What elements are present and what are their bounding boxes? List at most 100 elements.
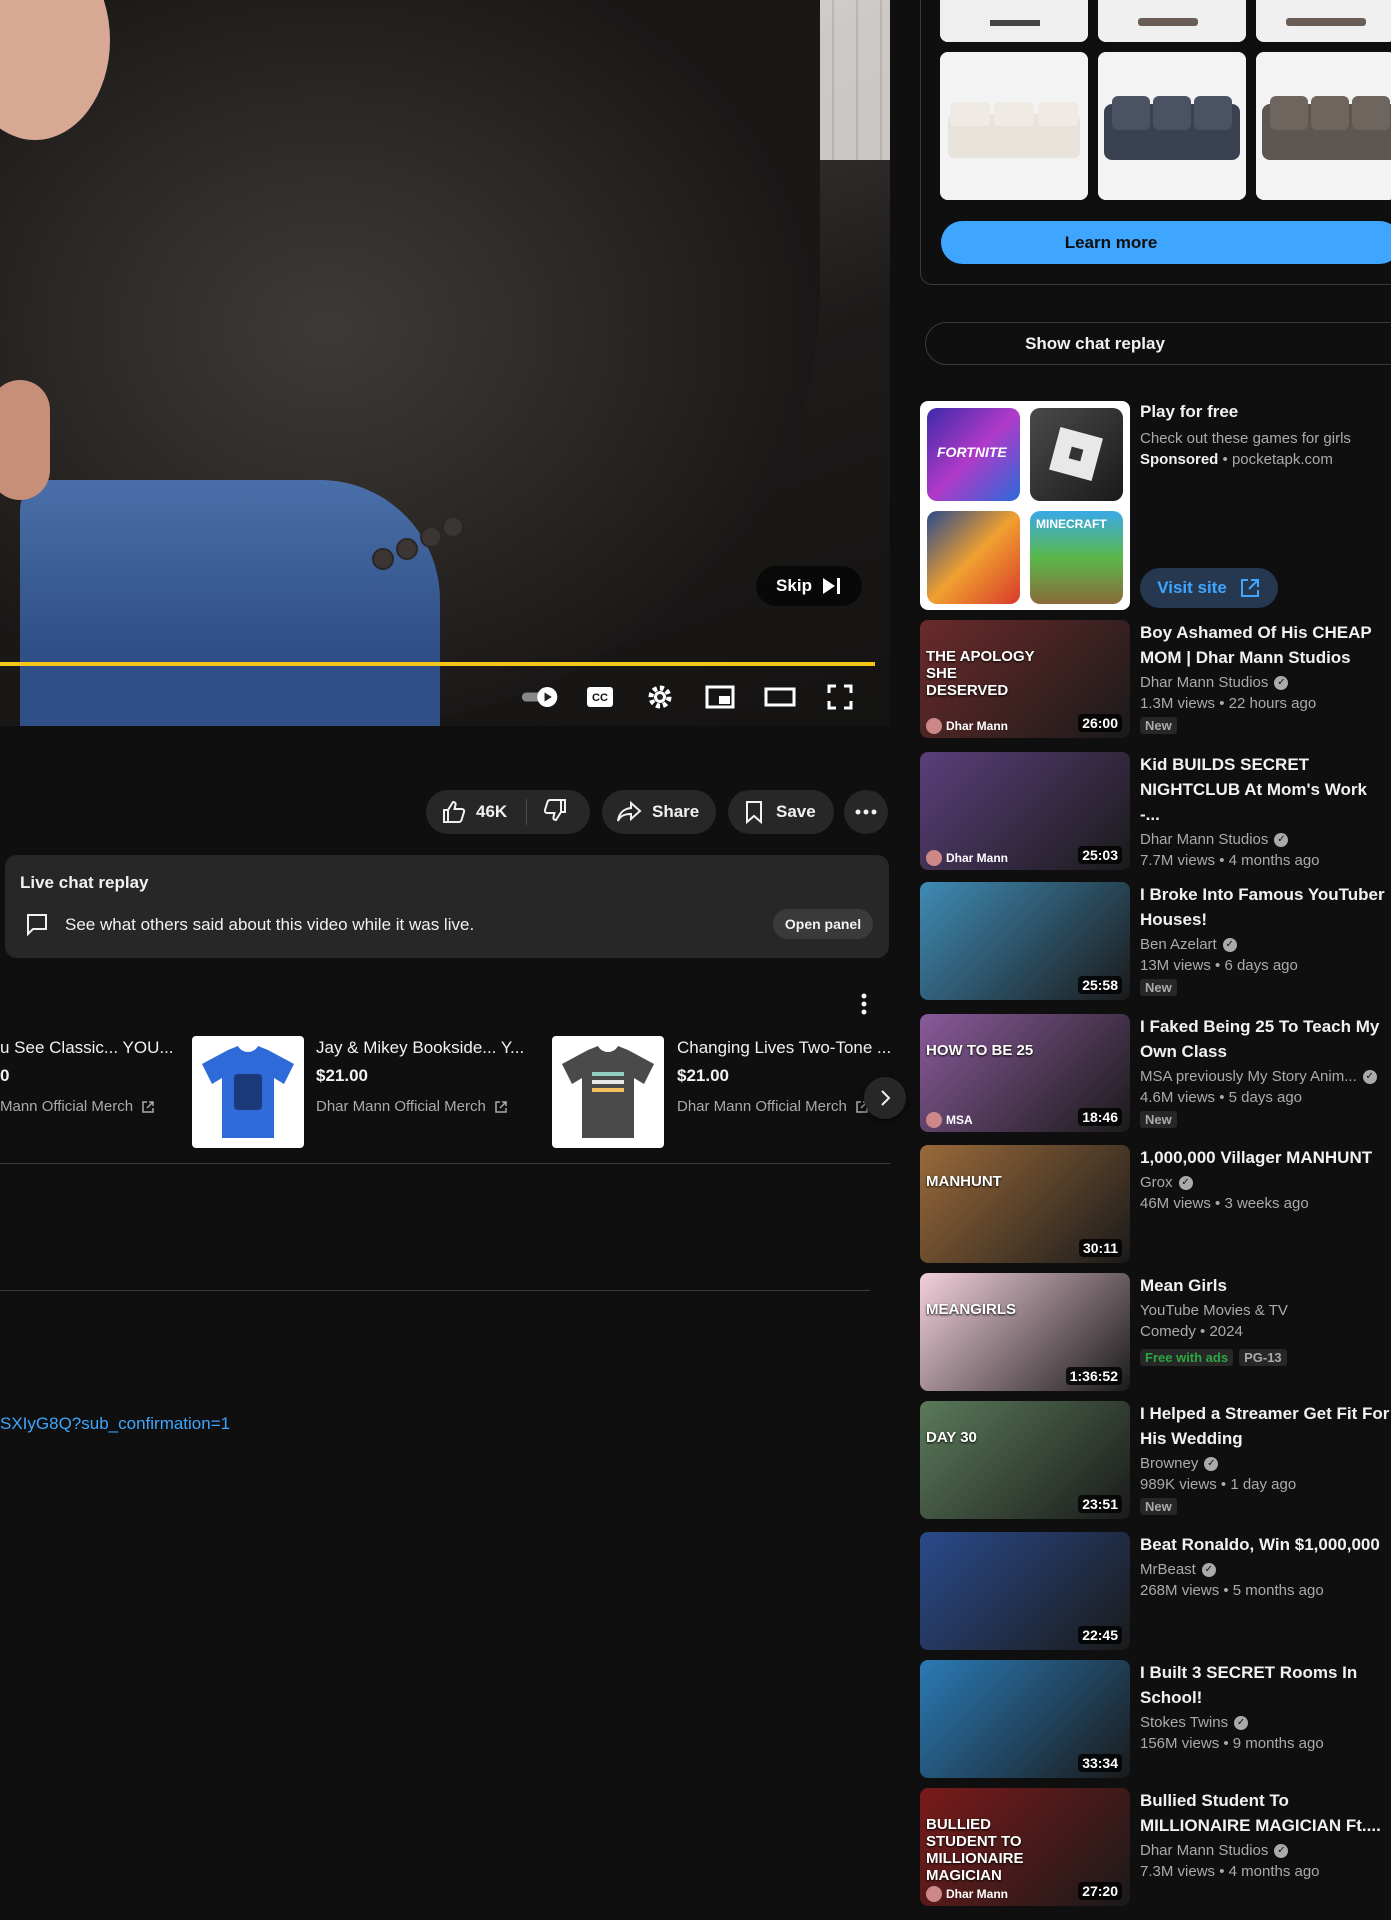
video-player[interactable] <box>0 0 890 726</box>
video-title[interactable]: Bullied Student To MILLIONAIRE MAGICIAN … <box>1140 1788 1390 1838</box>
video-recommendation[interactable]: 33:34 I Built 3 SECRET Rooms In School! … <box>920 1660 1390 1780</box>
video-meta: Comedy • 2024 <box>1140 1323 1390 1340</box>
skip-label: Skip <box>776 576 812 595</box>
live-chat-description: See what others said about this video wh… <box>65 915 475 934</box>
product-image[interactable] <box>1256 52 1391 200</box>
verified-check-icon: ✓ <box>1201 1562 1216 1577</box>
learn-more-button[interactable]: Learn more <box>941 221 1391 264</box>
channel-name[interactable]: Dhar Mann Studios <box>1140 674 1268 691</box>
save-button[interactable]: Save <box>728 790 834 834</box>
video-thumbnail[interactable]: HOW TO BE 25 MSA 18:46 <box>920 1014 1130 1132</box>
channel-line: MSA previously My Story Anim... ✓ <box>1140 1068 1390 1085</box>
svg-text:CC: CC <box>592 692 608 704</box>
video-meta: 1.3M views • 22 hours ago <box>1140 695 1390 712</box>
video-recommendation[interactable]: MEANGIRLS 1:36:52 Mean Girls YouTube Mov… <box>920 1273 1390 1393</box>
video-recommendation[interactable]: MANHUNT 30:11 1,000,000 Villager MANHUNT… <box>920 1145 1390 1265</box>
product-image[interactable] <box>1256 0 1391 42</box>
video-recommendation[interactable]: HOW TO BE 25 MSA 18:46 I Faked Being 25 T… <box>920 1014 1390 1134</box>
merch-thumbnail[interactable] <box>192 1036 304 1148</box>
person-hand <box>0 380 50 500</box>
product-image[interactable] <box>940 52 1088 200</box>
subscribe-link[interactable]: SXIyG8Q?sub_confirmation=1 <box>0 1414 230 1434</box>
video-title[interactable]: 1,000,000 Villager MANHUNT <box>1140 1145 1390 1170</box>
video-thumbnail[interactable]: 22:45 <box>920 1532 1130 1650</box>
sponsored-thumbnail[interactable]: FORTNITE MINECRAFT <box>920 401 1130 610</box>
chevron-right-icon <box>881 1090 891 1106</box>
video-meta: 13M views • 6 days ago <box>1140 957 1390 974</box>
product-image[interactable] <box>940 0 1088 42</box>
open-panel-button[interactable]: Open panel <box>773 909 873 939</box>
video-recommendation[interactable]: 22:45 Beat Ronaldo, Win $1,000,000 MrBea… <box>920 1532 1390 1652</box>
dislike-button[interactable] <box>527 798 567 827</box>
thumb-overlay-text: DAY 30 <box>926 1429 977 1446</box>
miniplayer-icon <box>705 685 735 709</box>
autoplay-toggle[interactable] <box>520 680 560 714</box>
video-duration: 30:11 <box>1078 1239 1122 1257</box>
product-image[interactable] <box>1098 0 1246 42</box>
video-title[interactable]: Mean Girls <box>1140 1273 1390 1298</box>
video-title[interactable]: I Broke Into Famous YouTuber Houses! <box>1140 882 1390 932</box>
channel-name[interactable]: YouTube Movies & TV <box>1140 1302 1288 1319</box>
settings-button[interactable] <box>640 680 680 714</box>
video-thumbnail[interactable]: 25:58 <box>920 882 1130 1000</box>
video-thumbnail[interactable]: DAY 30 23:51 <box>920 1401 1130 1519</box>
video-meta: 46M views • 3 weeks ago <box>1140 1195 1390 1212</box>
new-badge: New <box>1140 717 1177 734</box>
channel-name[interactable]: Browney <box>1140 1455 1198 1472</box>
captions-button[interactable]: CC <box>580 680 620 714</box>
merch-menu-icon[interactable] <box>860 992 868 1016</box>
sponsored-info[interactable]: Play for free Check out these games for … <box>1140 402 1390 468</box>
miniplayer-button[interactable] <box>700 680 740 714</box>
channel-name[interactable]: MSA previously My Story Anim... <box>1140 1068 1357 1085</box>
dot-separator: • <box>1215 1089 1229 1106</box>
channel-name[interactable]: MrBeast <box>1140 1561 1196 1578</box>
view-count: 156M views <box>1140 1735 1220 1752</box>
sofa-image <box>1256 0 1391 42</box>
skip-ad-button[interactable]: Skip <box>756 566 862 606</box>
verified-check-icon: ✓ <box>1178 1175 1193 1190</box>
like-count: 46K <box>476 802 508 821</box>
video-recommendation[interactable]: BULLIED STUDENT TO MILLIONAIRE MAGICIAN D… <box>920 1788 1390 1908</box>
video-title[interactable]: Kid BUILDS SECRET NIGHTCLUB At Mom's Wor… <box>1140 752 1390 827</box>
video-thumbnail[interactable]: MANHUNT 30:11 <box>920 1145 1130 1263</box>
channel-name[interactable]: Grox <box>1140 1174 1173 1191</box>
channel-name[interactable]: Stokes Twins <box>1140 1714 1228 1731</box>
video-thumbnail[interactable]: BULLIED STUDENT TO MILLIONAIRE MAGICIAN D… <box>920 1788 1130 1906</box>
merch-thumbnail[interactable] <box>552 1036 664 1148</box>
fullscreen-button[interactable] <box>820 680 860 714</box>
merch-item[interactable]: Jay & Mikey Bookside... Y... $21.00 Dhar… <box>316 1038 536 1115</box>
video-recommendation[interactable]: Dhar Mann 25:03 Kid BUILDS SECRET NIGHTC… <box>920 752 1390 872</box>
share-button[interactable]: Share <box>602 790 716 834</box>
merch-item[interactable]: u See Classic... YOU... 0 Mann Official … <box>0 1038 174 1115</box>
video-recommendation[interactable]: THE APOLOGY SHE DESERVED Dhar Mann 26:00 … <box>920 620 1390 740</box>
channel-name[interactable]: Dhar Mann Studios <box>1140 831 1268 848</box>
video-title[interactable]: Beat Ronaldo, Win $1,000,000 <box>1140 1532 1390 1557</box>
video-info: Bullied Student To MILLIONAIRE MAGICIAN … <box>1140 1788 1390 1880</box>
video-duration: 23:51 <box>1078 1495 1122 1513</box>
video-thumbnail[interactable]: Dhar Mann 25:03 <box>920 752 1130 870</box>
show-chat-replay-button[interactable]: Show chat replay <box>925 322 1391 365</box>
ad-progress-bar[interactable] <box>0 662 876 666</box>
video-title[interactable]: I Built 3 SECRET Rooms In School! <box>1140 1660 1390 1710</box>
channel-name[interactable]: Ben Azelart <box>1140 936 1217 953</box>
theater-mode-button[interactable] <box>760 680 800 714</box>
dot-separator: • <box>1215 1863 1229 1880</box>
channel-name[interactable]: Dhar Mann Studios <box>1140 1842 1268 1859</box>
video-thumbnail[interactable]: 33:34 <box>920 1660 1130 1778</box>
merch-next-button[interactable] <box>864 1077 906 1119</box>
video-title[interactable]: I Faked Being 25 To Teach My Own Class <box>1140 1014 1390 1064</box>
video-info: Mean Girls YouTube Movies & TV Comedy • … <box>1140 1273 1390 1366</box>
game-label: MINECRAFT <box>1036 517 1107 531</box>
thumb-channel-badge: Dhar Mann <box>926 718 1008 734</box>
video-title[interactable]: Boy Ashamed Of His CHEAP MOM | Dhar Mann… <box>1140 620 1390 670</box>
video-recommendation[interactable]: 25:58 I Broke Into Famous YouTuber House… <box>920 882 1390 1002</box>
more-actions-button[interactable] <box>844 790 888 834</box>
video-thumbnail[interactable]: THE APOLOGY SHE DESERVED Dhar Mann 26:00 <box>920 620 1130 738</box>
video-thumbnail[interactable]: MEANGIRLS 1:36:52 <box>920 1273 1130 1391</box>
video-title[interactable]: I Helped a Streamer Get Fit For His Wedd… <box>1140 1401 1390 1451</box>
video-recommendation[interactable]: DAY 30 23:51 I Helped a Streamer Get Fit… <box>920 1401 1390 1521</box>
merch-item[interactable]: Changing Lives Two-Tone ... $21.00 Dhar … <box>677 1038 890 1115</box>
product-image[interactable] <box>1098 52 1246 200</box>
like-button[interactable]: 46K <box>426 800 526 824</box>
visit-site-button[interactable]: Visit site <box>1140 568 1278 608</box>
